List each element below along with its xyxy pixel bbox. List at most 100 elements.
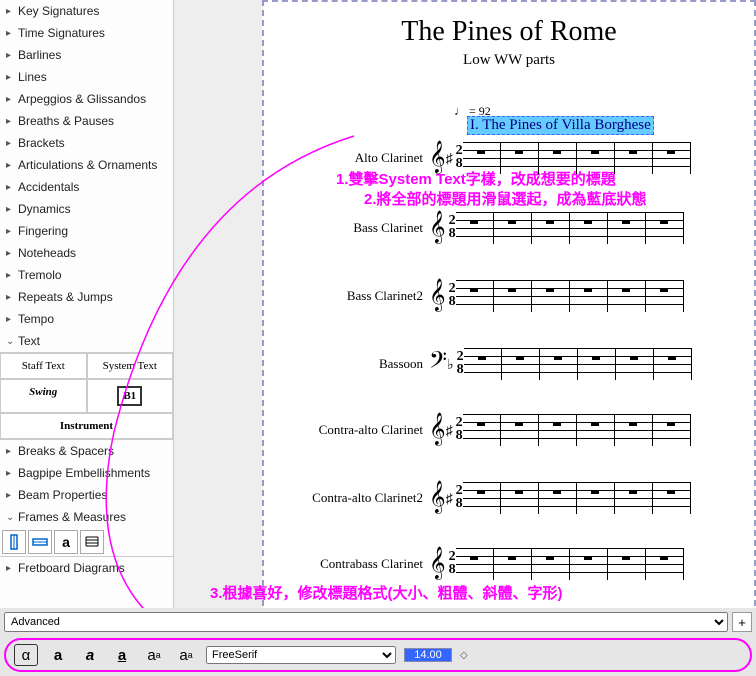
instrument-name: Bassoon xyxy=(264,356,429,372)
instrument-name: Bass Clarinet2 xyxy=(264,288,429,304)
font-family-select[interactable]: FreeSerif xyxy=(206,646,396,664)
chevron-right-icon: ▸ xyxy=(6,138,18,149)
key-signature: ♭ xyxy=(447,356,454,373)
staff[interactable]: 𝄞28 xyxy=(429,548,684,580)
palette-list: ▸Key Signatures ▸Time Signatures ▸Barlin… xyxy=(0,0,173,676)
score-area: The Pines of Rome Low WW parts ♩ = 92 I.… xyxy=(174,0,756,676)
system-text-button[interactable]: System Text xyxy=(87,353,174,379)
palette-beam[interactable]: ▸Beam Properties xyxy=(0,484,173,506)
staff[interactable]: 𝄢♭28 xyxy=(429,348,692,380)
instrument-name: Contra-alto Clarinet xyxy=(264,422,429,438)
palette-repeats[interactable]: ▸Repeats & Jumps xyxy=(0,286,173,308)
instrument-button[interactable]: Instrument xyxy=(0,413,173,439)
staff[interactable]: 𝄞♯28 xyxy=(429,414,691,446)
underline-button[interactable]: a xyxy=(110,644,134,666)
palette-key-signatures[interactable]: ▸Key Signatures xyxy=(0,0,173,22)
staff-row[interactable]: Bass Clarinet2𝄞28 xyxy=(264,280,684,312)
staff[interactable]: 𝄞28 xyxy=(429,212,684,244)
staff[interactable]: 𝄞♯28 xyxy=(429,482,691,514)
chevron-right-icon: ▸ xyxy=(6,28,18,39)
palette-articulations[interactable]: ▸Articulations & Ornaments xyxy=(0,154,173,176)
chevron-right-icon: ▸ xyxy=(6,314,18,325)
chevron-down-icon: ⌄ xyxy=(6,512,18,523)
staff-text-button[interactable]: Staff Text xyxy=(0,353,87,379)
staff-row[interactable]: Contra-alto Clarinet𝄞♯28 xyxy=(264,414,691,446)
palette-noteheads[interactable]: ▸Noteheads xyxy=(0,242,173,264)
clef-icon: 𝄞 xyxy=(429,550,446,578)
chevron-down-icon: ⌄ xyxy=(6,336,18,347)
add-palette-button[interactable]: + xyxy=(732,612,752,632)
swing-button[interactable]: Swing xyxy=(0,379,87,413)
palette-dynamics[interactable]: ▸Dynamics xyxy=(0,198,173,220)
time-signature: 28 xyxy=(456,417,463,442)
palette-bagpipe[interactable]: ▸Bagpipe Embellishments xyxy=(0,462,173,484)
frame-button-row: a xyxy=(0,528,173,557)
staff-row[interactable]: Bass Clarinet𝄞28 xyxy=(264,212,684,244)
bold-button[interactable]: a xyxy=(46,644,70,666)
advanced-select[interactable]: Advanced xyxy=(4,612,728,632)
chevron-right-icon: ▸ xyxy=(6,446,18,457)
section-title-editing[interactable]: I. The Pines of Villa Borghese xyxy=(467,116,654,135)
palette-time-signatures[interactable]: ▸Time Signatures xyxy=(0,22,173,44)
palette-fretboard[interactable]: ▸Fretboard Diagrams xyxy=(0,557,173,579)
measures xyxy=(463,482,691,514)
frame-measure-icon[interactable] xyxy=(80,530,104,554)
chevron-right-icon: ▸ xyxy=(6,72,18,83)
palette-breaths[interactable]: ▸Breaths & Pauses xyxy=(0,110,173,132)
chevron-right-icon: ▸ xyxy=(6,292,18,303)
time-signature: 28 xyxy=(456,485,463,510)
b1-button[interactable]: B1 xyxy=(87,379,174,413)
superscript-button[interactable]: aa xyxy=(174,644,198,666)
clef-icon: 𝄞 xyxy=(429,144,446,172)
score-subtitle[interactable]: Low WW parts xyxy=(264,52,754,69)
score-page[interactable]: The Pines of Rome Low WW parts ♩ = 92 I.… xyxy=(262,0,756,616)
staff[interactable]: 𝄞28 xyxy=(429,280,684,312)
palette-tempo[interactable]: ▸Tempo xyxy=(0,308,173,330)
palette-tremolo[interactable]: ▸Tremolo xyxy=(0,264,173,286)
palette-breaks[interactable]: ▸Breaks & Spacers xyxy=(0,440,173,462)
staff[interactable]: 𝄞♯28 xyxy=(429,142,691,174)
palette-arpeggios[interactable]: ▸Arpeggios & Glissandos xyxy=(0,88,173,110)
chevron-right-icon: ▸ xyxy=(6,50,18,61)
clef-icon: 𝄞 xyxy=(429,416,446,444)
chevron-right-icon: ▸ xyxy=(6,160,18,171)
measures xyxy=(456,548,684,580)
measures xyxy=(463,142,691,174)
staff-row[interactable]: Contrabass Clarinet𝄞28 xyxy=(264,548,684,580)
palette-lines[interactable]: ▸Lines xyxy=(0,66,173,88)
palette-accidentals[interactable]: ▸Accidentals xyxy=(0,176,173,198)
special-char-button[interactable]: α xyxy=(14,644,38,666)
chevron-right-icon: ▸ xyxy=(6,94,18,105)
frame-text-icon[interactable]: a xyxy=(54,530,78,554)
chevron-right-icon: ▸ xyxy=(6,270,18,281)
key-signature: ♯ xyxy=(446,150,453,166)
staff-row[interactable]: Bassoon𝄢♭28 xyxy=(264,348,692,380)
font-size-input[interactable] xyxy=(404,648,452,662)
subscript-button[interactable]: aa xyxy=(142,644,166,666)
size-stepper-icon[interactable]: ◇ xyxy=(460,650,468,661)
palette-barlines[interactable]: ▸Barlines xyxy=(0,44,173,66)
time-signature: 28 xyxy=(449,551,456,576)
measures xyxy=(463,414,691,446)
staff-row[interactable]: Contra-alto Clarinet2𝄞♯28 xyxy=(264,482,691,514)
clef-icon: 𝄞 xyxy=(429,282,446,310)
chevron-right-icon: ▸ xyxy=(6,248,18,259)
measures xyxy=(456,212,684,244)
palette-brackets[interactable]: ▸Brackets xyxy=(0,132,173,154)
staff-row[interactable]: Alto Clarinet𝄞♯28 xyxy=(264,142,691,174)
italic-button[interactable]: a xyxy=(78,644,102,666)
frame-horizontal-icon[interactable] xyxy=(28,530,52,554)
chevron-right-icon: ▸ xyxy=(6,182,18,193)
instrument-name: Contrabass Clarinet xyxy=(264,556,429,572)
chevron-right-icon: ▸ xyxy=(6,204,18,215)
bottom-bar: Advanced + α a a a aa aa FreeSerif ◇ xyxy=(0,608,756,676)
score-title[interactable]: The Pines of Rome xyxy=(264,16,754,48)
clef-icon: 𝄞 xyxy=(429,484,446,512)
frame-vertical-icon[interactable] xyxy=(2,530,26,554)
instrument-name: Bass Clarinet xyxy=(264,220,429,236)
chevron-right-icon: ▸ xyxy=(6,116,18,127)
palette-frames[interactable]: ⌄Frames & Measures xyxy=(0,506,173,528)
key-signature: ♯ xyxy=(446,490,453,506)
palette-fingering[interactable]: ▸Fingering xyxy=(0,220,173,242)
palette-text[interactable]: ⌄Text xyxy=(0,330,173,352)
